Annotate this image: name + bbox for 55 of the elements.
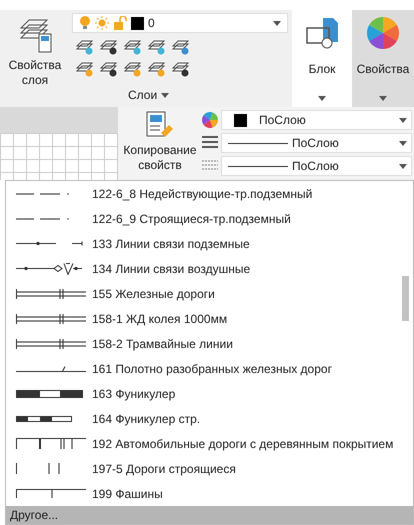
block-button[interactable]: Блок: [292, 10, 352, 107]
linetype-pattern-icon: [16, 438, 86, 449]
linetype-option[interactable]: 158-1 ЖД колея 1000мм: [6, 306, 413, 331]
sun-icon: [95, 16, 109, 30]
property-dropdown[interactable]: ПоСлою: [221, 133, 412, 153]
linetype-option[interactable]: 163 Фуникулер: [6, 381, 413, 406]
lineweight-icon: [202, 136, 218, 150]
layer-stack-icon: [17, 18, 53, 54]
caret-icon: [399, 164, 407, 168]
scrollbar-thumb[interactable]: [402, 276, 409, 321]
caret-icon: [399, 118, 407, 122]
linetype-pattern-icon: [16, 390, 83, 398]
linetype-pattern-icon: [16, 192, 69, 194]
layer-name: 0: [148, 15, 156, 32]
linetype-option[interactable]: 158-2 Трамвайные линии: [6, 331, 413, 356]
other-option[interactable]: Другое...: [6, 506, 413, 524]
properties-button[interactable]: Свойства: [352, 10, 414, 107]
caret-icon: [318, 96, 326, 101]
property-dropdown[interactable]: ПоСлою: [221, 156, 412, 176]
linetype-pattern-icon: [16, 463, 60, 474]
block-icon: [305, 16, 339, 50]
linetype-option[interactable]: 122-6_8 Недействующие-тр.подземный: [6, 181, 413, 206]
light-bulb-icon: [79, 16, 91, 30]
layer-properties-button[interactable]: Свойства слоя: [0, 10, 70, 107]
caret-icon: [399, 140, 407, 146]
color-wheel-icon: [202, 112, 218, 128]
caret-icon: [379, 96, 387, 101]
linetype-option[interactable]: 155 Железные дороги: [6, 281, 413, 306]
linetype-option[interactable]: 164 Фуникулер стр.: [6, 406, 413, 431]
linetype-option[interactable]: 192 Автомобильные дороги с деревянным покрытием: [6, 431, 413, 456]
linetype-option[interactable]: 133 Линии связи подземные: [6, 231, 413, 256]
linetype-pattern-icon: [16, 488, 86, 498]
linetype-option[interactable]: 161 Полотно разобранных железных дорог: [6, 356, 413, 381]
panel-title[interactable]: Слои: [128, 86, 170, 104]
linetype-option[interactable]: 122-6_9 Строящиеся-тр.подземный: [6, 206, 413, 231]
linetype-pattern-icon: [16, 241, 83, 246]
linetype-pattern-icon: [16, 262, 82, 274]
linetype-pattern-icon: [16, 338, 86, 348]
linetype-pattern-icon: [16, 314, 86, 324]
linetype-option[interactable]: 199 Фашины: [6, 481, 413, 506]
color-swatch: [234, 114, 247, 126]
property-dropdown[interactable]: ПоСлою: [221, 110, 412, 130]
color-swatch: [131, 16, 144, 30]
linetype-pattern-icon: [16, 288, 86, 298]
linetype-option[interactable]: 134 Линии связи воздушные: [6, 256, 413, 281]
caret-icon: [161, 92, 170, 98]
linetype-pattern-icon: [16, 416, 72, 422]
match-properties-button[interactable]: Копирование свойств: [118, 107, 202, 180]
linetype-pattern-icon: [16, 218, 69, 220]
color-wheel-icon: [366, 16, 400, 50]
linetype-pattern-icon: [16, 366, 86, 372]
caret-icon: [273, 20, 281, 26]
linetype-option[interactable]: 197-5 Дороги строящиеся: [6, 456, 413, 481]
unlock-icon: [113, 16, 127, 30]
layer-dropdown[interactable]: 0: [72, 13, 288, 33]
